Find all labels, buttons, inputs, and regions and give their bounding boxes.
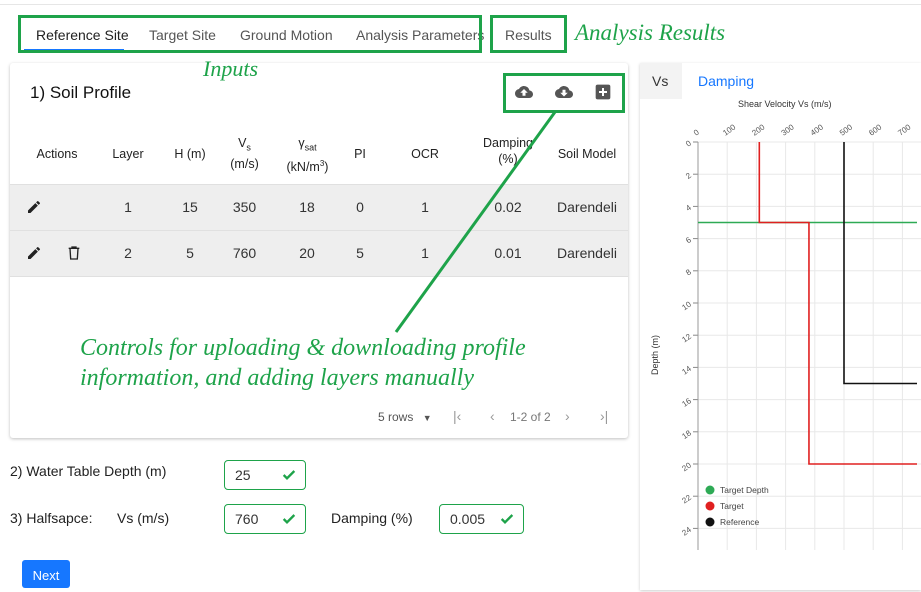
- y-axis-label: Depth (m): [650, 335, 660, 375]
- controls-annotation-line1: Controls for uploading & downloading pro…: [80, 335, 526, 361]
- annotation-arrow: [394, 111, 557, 333]
- cloud-download-icon[interactable]: [555, 83, 573, 101]
- controls-annotation: Controls for uploading & downloading pro…: [80, 333, 526, 393]
- halfspace-damping-value: 0.005: [450, 511, 486, 527]
- cell-soil-model: Darendeli: [557, 199, 617, 215]
- water-table-label: 2) Water Table Depth (m): [10, 463, 167, 479]
- inputs-tabs-highlight: [18, 15, 482, 53]
- col-soil-model: Soil Model: [557, 147, 617, 161]
- vs-profile-chart: Shear Velocity Vs (m/s)0 100 200 300 400 500 6…: [650, 99, 921, 550]
- y-tick-label: 18: [680, 428, 693, 441]
- last-page-icon[interactable]: ›|: [600, 408, 608, 424]
- legend-label: Target: [720, 501, 744, 511]
- rows-per-page-select[interactable]: 5 rows ▼: [378, 410, 432, 424]
- tab-damping[interactable]: Damping: [698, 73, 754, 89]
- x-tick-label: 600: [867, 122, 884, 137]
- halfspace-vs-label: Vs (m/s): [117, 510, 170, 526]
- water-table-value: 25: [235, 467, 251, 483]
- controls-annotation-line2: information, and adding layers manually: [80, 365, 474, 391]
- y-tick-label: 22: [680, 493, 693, 506]
- x-tick-label: 200: [750, 122, 767, 137]
- x-tick-label: 700: [896, 122, 913, 137]
- soil-profile-title: 1) Soil Profile: [30, 83, 132, 102]
- halfspace-damping-label: Damping (%): [331, 510, 413, 526]
- y-tick-label: 6: [684, 235, 693, 245]
- check-icon: [282, 470, 296, 480]
- edit-icon[interactable]: [26, 245, 42, 261]
- delete-icon[interactable]: [66, 244, 82, 262]
- col-h: H (m): [174, 147, 206, 161]
- col-layer: Layer: [112, 147, 144, 161]
- y-tick-label: 2: [684, 171, 693, 181]
- cell-gamma: 18: [299, 199, 315, 215]
- inputs-annotation: Inputs: [203, 56, 258, 81]
- check-icon: [500, 514, 514, 524]
- halfspace-damping-input[interactable]: 0.005: [439, 504, 524, 534]
- first-page-icon[interactable]: |‹: [453, 408, 461, 424]
- prev-page-icon[interactable]: ‹: [490, 408, 495, 424]
- cell-vs: 350: [232, 199, 257, 215]
- legend-marker: [705, 485, 715, 495]
- top-divider: [0, 4, 921, 5]
- halfspace-vs-input[interactable]: 760: [224, 504, 306, 534]
- x-tick-label: 0: [692, 127, 701, 137]
- tab-vs[interactable]: Vs: [652, 73, 668, 89]
- next-page-icon[interactable]: ›: [565, 408, 570, 424]
- y-tick-label: 20: [680, 460, 693, 473]
- cell-vs: 760: [232, 245, 257, 261]
- x-tick-label: 100: [721, 122, 738, 137]
- cell-layer: 2: [124, 245, 132, 261]
- cell-pi: 5: [356, 245, 364, 261]
- legend-marker: [705, 517, 715, 527]
- col-gamma: γsat (kN/m3): [286, 136, 329, 174]
- y-tick-label: 14: [680, 364, 693, 377]
- x-tick-label: 400: [809, 122, 826, 137]
- analysis-results-annotation: Analysis Results: [575, 20, 726, 45]
- col-pi: PI: [354, 147, 366, 161]
- y-tick-label: 12: [680, 332, 693, 345]
- y-tick-label: 16: [680, 396, 693, 409]
- legend-marker: [705, 501, 715, 511]
- series-line-reference: [843, 142, 917, 385]
- col-actions: Actions: [36, 147, 78, 161]
- halfspace-label: 3) Halfsapce:: [10, 510, 93, 526]
- cell-soil-model: Darendeli: [557, 245, 617, 261]
- y-tick-label: 0: [684, 138, 693, 148]
- cell-layer: 1: [124, 199, 132, 215]
- chevron-down-icon: ▼: [422, 413, 432, 423]
- rows-per-page-value: 5 rows: [378, 410, 414, 424]
- edit-icon[interactable]: [26, 199, 42, 215]
- page-range: 1-2 of 2: [510, 410, 551, 424]
- chart-title: Shear Velocity Vs (m/s): [738, 99, 832, 109]
- water-table-input[interactable]: 25: [224, 460, 306, 490]
- cloud-upload-icon[interactable]: [515, 83, 533, 101]
- col-vs: Vs (m/s): [230, 136, 259, 171]
- results-tab-highlight: [490, 15, 567, 53]
- legend-label: Target Depth: [720, 485, 769, 495]
- check-icon: [282, 514, 296, 524]
- y-tick-label: 24: [680, 525, 693, 538]
- cell-pi: 0: [356, 199, 364, 215]
- add-layer-icon[interactable]: [595, 84, 611, 100]
- legend-label: Reference: [720, 517, 759, 527]
- y-tick-label: 10: [680, 299, 693, 312]
- cell-gamma: 20: [299, 245, 315, 261]
- cell-h: 15: [182, 199, 198, 215]
- y-tick-label: 4: [684, 203, 693, 213]
- next-button[interactable]: Next: [22, 560, 70, 588]
- halfspace-vs-value: 760: [235, 511, 259, 527]
- y-tick-label: 8: [684, 267, 693, 277]
- cell-h: 5: [186, 245, 194, 261]
- x-tick-label: 500: [838, 122, 855, 137]
- x-tick-label: 300: [780, 122, 797, 137]
